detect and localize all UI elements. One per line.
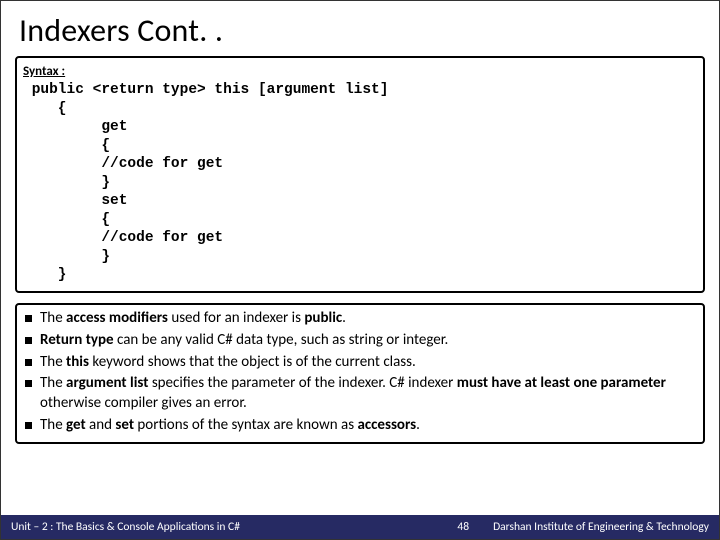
bullet-item: The this keyword shows that the object i… [23, 353, 697, 373]
bullet-text: The access modifiers used for an indexer… [40, 309, 697, 329]
bullet-marker-icon [25, 359, 32, 366]
bullet-item: Return type can be any valid C# data typ… [23, 331, 697, 351]
bullet-marker-icon [25, 315, 32, 322]
slide: Indexers Cont. . Syntax : public <return… [0, 0, 720, 540]
footer-left: Unit – 2 : The Basics & Console Applicat… [11, 520, 433, 534]
slide-title: Indexers Cont. . [1, 1, 719, 56]
bullet-box: The access modifiers used for an indexer… [15, 303, 705, 444]
footer-page-number: 48 [457, 520, 469, 534]
syntax-box: Syntax : public <return type> this [argu… [15, 56, 705, 293]
bullet-text: Return type can be any valid C# data typ… [40, 331, 697, 351]
bullet-item: The get and set portions of the syntax a… [23, 416, 697, 436]
bullet-marker-icon [25, 422, 32, 429]
footer-right: Darshan Institute of Engineering & Techn… [493, 520, 709, 534]
bullet-item: The argument list specifies the paramete… [23, 374, 697, 414]
slide-content: Syntax : public <return type> this [argu… [1, 56, 719, 539]
bullet-marker-icon [25, 380, 32, 387]
bullet-text: The this keyword shows that the object i… [40, 353, 697, 373]
bullet-text: The argument list specifies the paramete… [40, 374, 697, 414]
syntax-label: Syntax : [23, 64, 697, 79]
bullet-marker-icon [25, 337, 32, 344]
bullet-item: The access modifiers used for an indexer… [23, 309, 697, 329]
footer-bar: Unit – 2 : The Basics & Console Applicat… [1, 515, 719, 539]
bullet-text: The get and set portions of the syntax a… [40, 416, 697, 436]
syntax-code: public <return type> this [argument list… [23, 81, 697, 285]
